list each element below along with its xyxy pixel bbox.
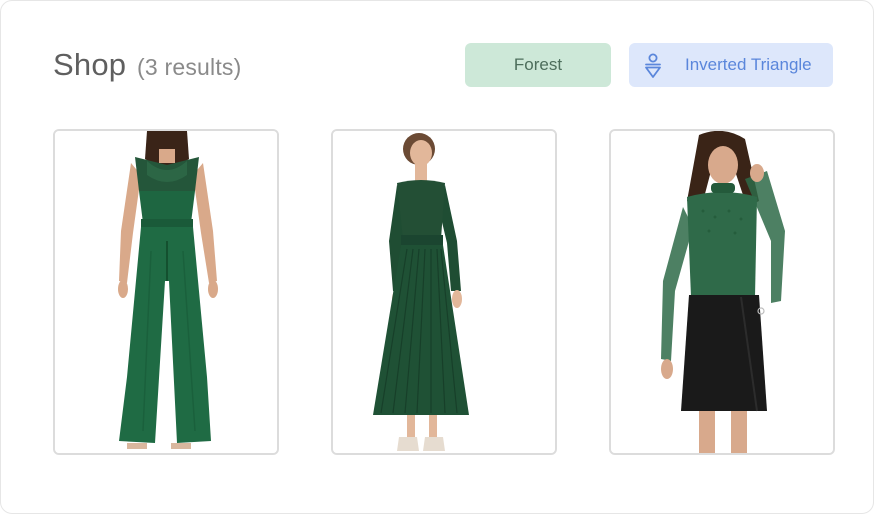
product-card[interactable]	[609, 129, 835, 455]
color-filter-label: Forest	[513, 55, 563, 74]
product-image	[611, 131, 833, 453]
product-card[interactable]	[331, 129, 557, 455]
page-title: Shop (3 results)	[53, 47, 241, 83]
color-filter-chip[interactable]: Forest	[465, 43, 611, 87]
product-image	[333, 131, 555, 453]
product-image	[55, 131, 277, 453]
product-card[interactable]	[53, 129, 279, 455]
body-shape-filter-label: Inverted Triangle	[685, 55, 812, 74]
results-count: (3 results)	[137, 54, 242, 80]
inverted-triangle-body-icon	[643, 53, 663, 79]
shop-panel: Shop (3 results) Forest Inverted Triangl…	[0, 0, 874, 514]
title-text: Shop	[53, 47, 127, 82]
body-shape-filter-chip[interactable]: Inverted Triangle	[629, 43, 833, 87]
